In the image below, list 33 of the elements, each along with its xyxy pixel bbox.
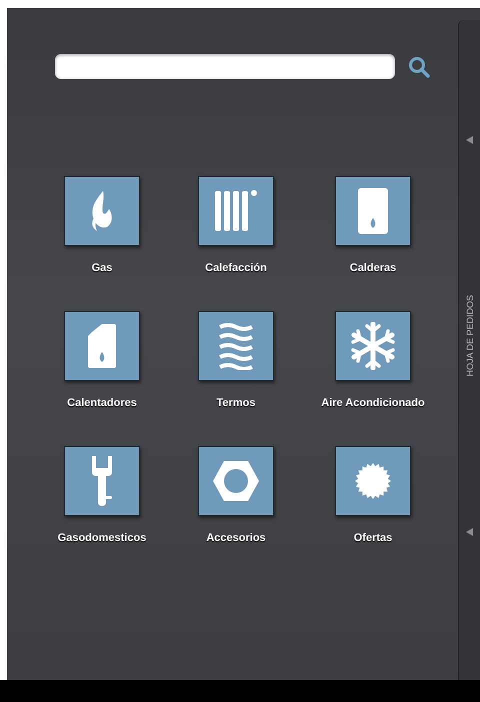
order-sheet-panel[interactable]: HOJA DE PEDIDOS bbox=[458, 20, 480, 680]
radiator-icon bbox=[214, 190, 258, 232]
search-field[interactable] bbox=[55, 54, 395, 79]
category-label[interactable]: Accesorios bbox=[206, 532, 266, 544]
category-tile[interactable] bbox=[335, 176, 411, 246]
wrench-icon bbox=[91, 455, 113, 507]
heater-icon bbox=[87, 323, 117, 369]
category-tile[interactable] bbox=[64, 311, 140, 381]
left-triangle-icon[interactable] bbox=[466, 136, 473, 144]
category-label[interactable]: Gas bbox=[92, 262, 112, 274]
snowflake-icon bbox=[349, 322, 397, 370]
category-tile[interactable] bbox=[198, 176, 274, 246]
category-tile[interactable] bbox=[64, 176, 140, 246]
seal-icon bbox=[354, 462, 392, 500]
category-label[interactable]: Gasodomesticos bbox=[58, 532, 146, 544]
category-tile[interactable] bbox=[335, 446, 411, 516]
flame-icon bbox=[90, 190, 114, 232]
category-tile[interactable] bbox=[335, 311, 411, 381]
category-label[interactable]: Aire Acondicionado bbox=[321, 397, 425, 409]
panel-title: HOJA DE PEDIDOS bbox=[464, 295, 474, 377]
category-label[interactable]: Calentadores bbox=[67, 397, 137, 409]
search-icon[interactable] bbox=[408, 56, 430, 78]
waves-icon bbox=[218, 322, 254, 370]
category-label[interactable]: Ofertas bbox=[354, 532, 392, 544]
category-tile[interactable] bbox=[198, 311, 274, 381]
left-triangle-icon[interactable] bbox=[466, 528, 473, 536]
category-tile[interactable] bbox=[198, 446, 274, 516]
category-label[interactable]: Calefacción bbox=[205, 262, 267, 274]
hex-nut-icon bbox=[212, 460, 260, 502]
category-tile[interactable] bbox=[64, 446, 140, 516]
boiler-icon bbox=[357, 187, 389, 235]
category-label[interactable]: Termos bbox=[216, 397, 256, 409]
category-label[interactable]: Calderas bbox=[350, 262, 396, 274]
